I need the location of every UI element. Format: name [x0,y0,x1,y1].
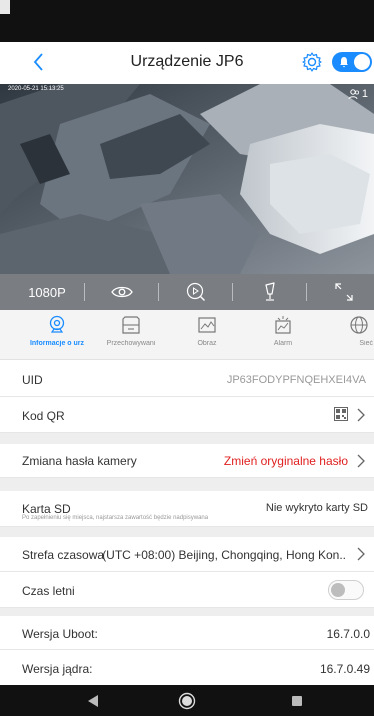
viewer-count: 1 [348,88,368,100]
sd-note: Po zapełnieniu się miejsca, najstarsza z… [22,515,209,521]
section-gap [0,608,374,616]
tab-info-label: Informacje o urz [29,340,85,347]
dst-row: Czas letni [0,572,374,608]
system-navigation-bar [0,685,374,716]
tab-network[interactable]: Sieć [322,314,374,360]
tab-info[interactable]: Informacje o urz [20,314,94,360]
divider [158,283,159,301]
divider [232,283,233,301]
chevron-right-icon [357,454,365,468]
qr-row[interactable]: Kod QR [0,397,374,433]
storage-icon [122,316,140,334]
gear-icon[interactable] [300,50,324,74]
tab-storage-label: Przechowywani [106,340,156,347]
divider [84,283,85,301]
kernel-row: Wersja jądra: 16.7.0.49 [0,650,374,685]
dst-label: Czas letni [22,584,75,598]
uboot-value: 16.7.0.0 [326,627,370,641]
status-bar-corner [0,0,10,14]
section-gap [0,478,374,491]
uid-label: UID [22,373,43,387]
uid-value: JP63FODYPFNQEHXEI4VA [226,374,366,386]
playback-icon[interactable] [178,274,214,310]
alarm-toggle-knob [354,54,370,70]
fullscreen-icon[interactable] [326,274,362,310]
timezone-row[interactable]: Strefa czasowa (UTC +08:00) Beijing, Cho… [0,537,374,572]
bell-icon [340,57,348,68]
divider [306,283,307,301]
section-gap [0,527,374,537]
alarm-toggle[interactable] [332,52,372,72]
tab-image[interactable]: Obraz [170,314,244,360]
uboot-row: Wersja Uboot: 16.7.0.0 [0,616,374,650]
kernel-value: 16.7.0.49 [319,662,370,676]
tab-storage[interactable]: Przechowywani [94,314,168,360]
sd-card-row: Karta SD Nie wykryto karty SD Po zapełni… [0,491,374,527]
info-camera-icon [49,315,65,333]
alarm-icon [275,316,291,334]
live-video-view[interactable]: 2020-05-21 15:13:25 1 [0,84,374,274]
settings-tabs: Informacje o urz Przechowywani Obraz Ala… [0,310,374,360]
video-timestamp: 2020-05-21 15:13:25 [8,86,64,92]
password-row[interactable]: Zmiana hasła kamery Zmień oryginalne has… [0,444,374,478]
kernel-label: Wersja jądra: [22,662,93,676]
uboot-label: Wersja Uboot: [22,627,98,641]
tab-network-label: Sieć [359,340,373,347]
sd-value: Nie wykryto karty SD [265,502,368,514]
header-bar: Urządzenie JP6 [0,42,374,82]
image-icon [198,317,216,333]
qr-label: Kod QR [22,409,65,423]
video-control-bar: 1080P [0,274,374,310]
eye-icon[interactable] [104,274,140,310]
video-frame [0,84,374,274]
timezone-value: (UTC +08:00) Beijing, Chongqing, Hong Ko… [102,548,346,562]
microphone-icon[interactable] [252,274,288,310]
globe-icon [350,316,368,334]
recents-square-icon[interactable] [288,692,306,710]
timezone-label: Strefa czasowa [22,548,105,562]
back-triangle-icon[interactable] [84,692,102,710]
password-label: Zmiana hasła kamery [22,454,137,468]
viewer-count-value: 1 [361,88,368,100]
dst-switch[interactable] [328,580,364,600]
tab-alarm-label: Alarm [273,340,293,347]
uid-row: UID JP63FODYPFNQEHXEI4VA [0,362,374,397]
tab-image-label: Obraz [197,340,217,347]
section-gap [0,433,374,444]
dst-switch-knob [331,583,345,597]
qr-code-icon [334,407,348,421]
quality-button[interactable]: 1080P [18,274,76,310]
sd-label: Karta SD [22,502,71,516]
status-bar [0,0,374,42]
home-circle-icon[interactable] [178,692,196,710]
users-icon [348,89,359,100]
chevron-right-icon [357,408,365,422]
password-value: Zmień oryginalne hasło [223,454,348,468]
chevron-right-icon [357,547,365,561]
tab-alarm[interactable]: Alarm [246,314,320,360]
